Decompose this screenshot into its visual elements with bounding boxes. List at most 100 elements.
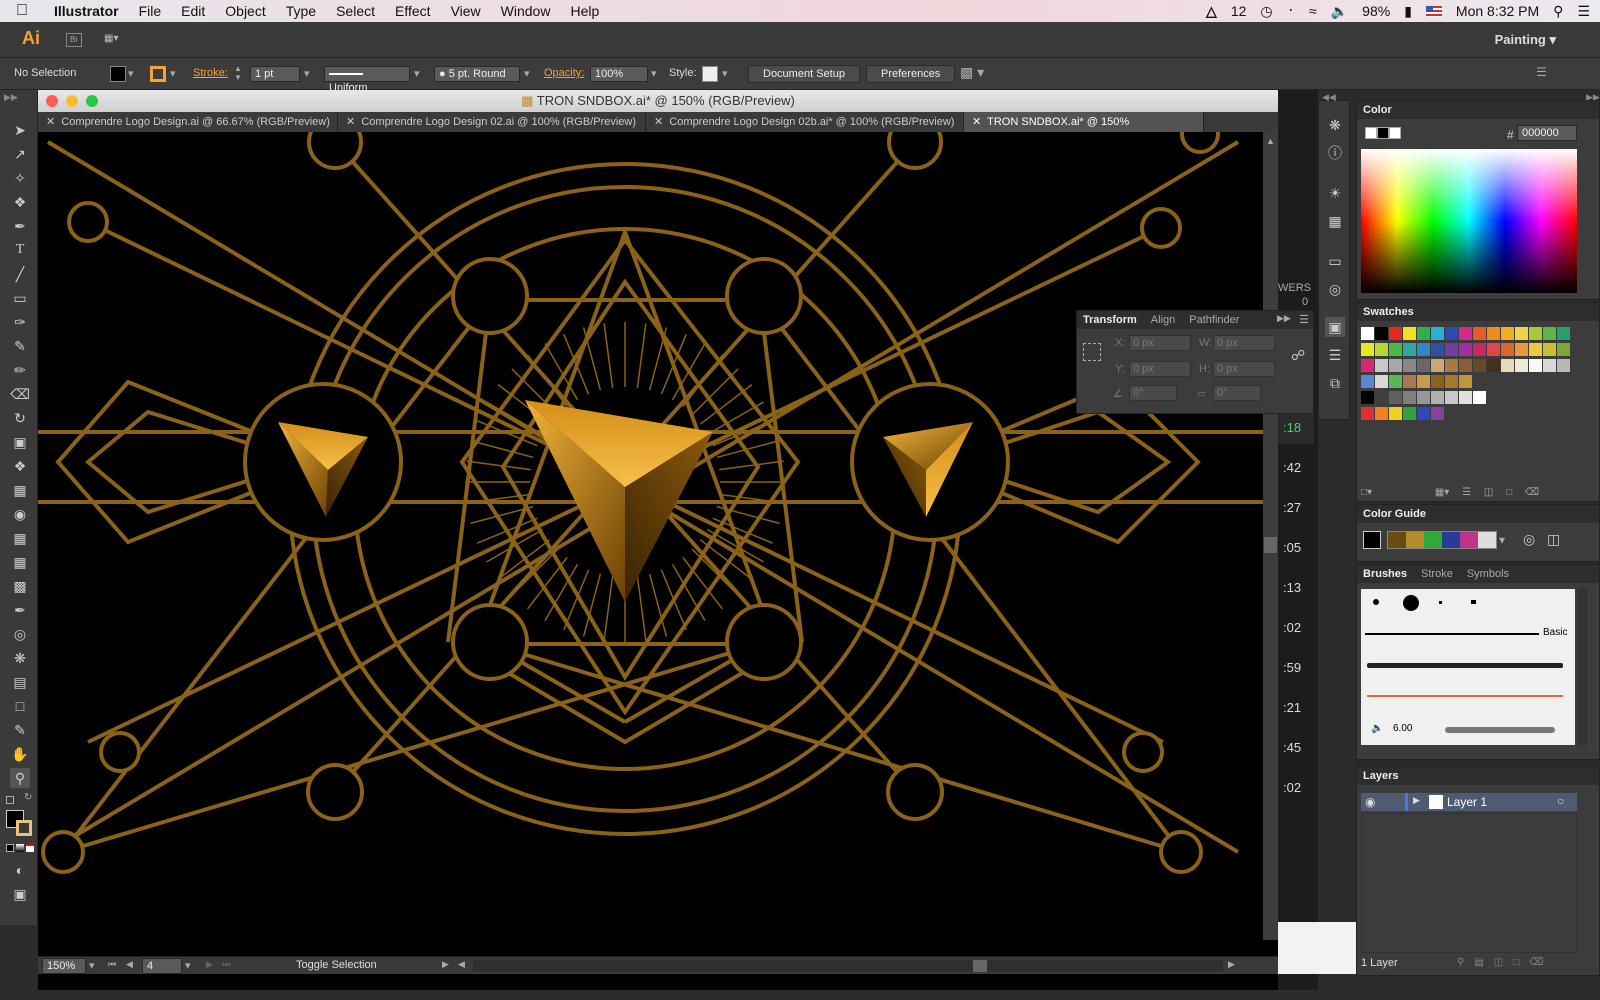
hex-input[interactable]: 000000 [1517,125,1577,141]
color-swatch[interactable] [1389,375,1402,388]
color-guide-title[interactable]: Color Guide [1363,505,1426,523]
charcoal-brush[interactable] [1367,663,1563,668]
color-swatch[interactable] [1389,359,1402,372]
expand-layer-icon[interactable]: ▶ [1413,795,1420,806]
free-transform-icon[interactable]: ▦ [10,480,30,500]
color-swatch[interactable] [1389,407,1402,420]
color-swatch[interactable] [1529,359,1542,372]
menu-object[interactable]: Object [215,3,275,19]
visibility-eye-icon[interactable]: ◉ [1365,795,1375,809]
stroke-label[interactable]: Stroke: [193,67,228,79]
color-swatch[interactable] [1473,391,1486,404]
prev-artboard-icon[interactable]: ◀ [126,959,133,970]
color-swatch[interactable] [1515,359,1528,372]
color-swatch[interactable] [1459,327,1472,340]
color-swatch[interactable] [1375,327,1388,340]
fill-dropdown-icon[interactable]: ▾ [128,67,134,80]
tab-pathfinder[interactable]: Pathfinder [1189,311,1239,329]
color-swatch[interactable] [1515,327,1528,340]
color-swatch[interactable] [1557,343,1570,356]
color-swatch[interactable] [1557,359,1570,372]
transparency-panel-icon[interactable]: ◎ [1325,279,1345,299]
color-swatch[interactable] [1459,391,1472,404]
color-swatch[interactable] [1403,359,1416,372]
tab-comprendre-logo-design-02b[interactable]: ✕ Comprendre Logo Design 02b.ai* @ 100% … [646,112,964,132]
horizontal-scrollbar[interactable] [473,960,1223,972]
brush-calligraphic[interactable] [1471,600,1476,604]
color-swatch[interactable] [1445,391,1458,404]
zoom-level[interactable]: 150% [42,958,86,974]
x-input[interactable]: 0 px [1129,335,1191,351]
zoom-tool-icon[interactable]: ⚲ [10,768,30,788]
gradient-panel-icon[interactable]: ▭ [1325,251,1345,271]
shear-input[interactable]: 0° [1213,385,1261,401]
time-machine-icon[interactable]: ◷ [1260,3,1272,20]
color-swatch[interactable] [1459,343,1472,356]
rotate-input[interactable]: 0° [1129,385,1177,401]
brush-size-value[interactable]: 6.00 [1393,723,1412,734]
color-swatch[interactable] [1445,327,1458,340]
color-swatch[interactable] [1501,327,1514,340]
default-colors-icon[interactable] [6,796,14,804]
edit-colors-icon[interactable]: ◎ [1523,531,1535,548]
color-swatch[interactable] [1543,327,1556,340]
black-swatch[interactable] [1377,127,1389,139]
appearance-panel-icon[interactable]: ☀ [1325,183,1345,203]
color-swatch[interactable] [1375,359,1388,372]
layer-name[interactable]: Layer 1 [1447,795,1487,809]
color-panel-title[interactable]: Color [1363,101,1392,119]
color-swatch[interactable] [1361,375,1374,388]
rectangle-tool-icon[interactable]: ▭ [10,288,30,308]
profile-dropdown-icon[interactable]: ▾ [414,67,420,80]
first-artboard-icon[interactable]: ⏮ [108,959,116,970]
constrain-link-icon[interactable]: ☍ [1291,347,1305,364]
blob-brush-icon[interactable]: ✏ [10,360,30,380]
brushes-scrollbar[interactable] [1577,589,1587,745]
volume-icon[interactable]: 🔈 [1331,3,1348,20]
document-setup-button[interactable]: Document Setup [748,65,860,83]
swatch-libraries-icon[interactable]: □▾ [1361,487,1372,498]
stroke-color-box[interactable] [16,820,32,836]
tab-tron-sndbox[interactable]: ✕ TRON SNDBOX.ai* @ 150% (RGB/Preview) [964,112,1204,148]
delete-swatch-icon[interactable]: ⌫ [1525,487,1539,498]
fill-swatch[interactable] [110,66,126,82]
color-swatch[interactable] [1417,343,1430,356]
stroke-stepper-icon[interactable]: ▲ ▼ [234,64,242,82]
pathfinder-panel-icon[interactable]: ⧉ [1325,373,1345,393]
target-icon[interactable]: ○ [1557,794,1564,808]
base-color-swatch[interactable] [1363,531,1381,549]
pen-tool-icon[interactable]: ✒ [10,216,30,236]
mesh-tool-icon[interactable]: ▦ [10,552,30,572]
magic-wand-icon[interactable]: ✧ [10,168,30,188]
swatch-grid[interactable] [1361,327,1581,477]
gradient-tool-icon[interactable]: ▩ [10,576,30,596]
zoom-dropdown-icon[interactable]: ▾ [89,959,95,972]
zoom-button[interactable] [86,95,98,107]
color-swatch[interactable] [1403,391,1416,404]
menu-type[interactable]: Type [276,3,326,19]
none-mode-icon[interactable] [26,844,34,852]
tron-artwork[interactable] [38,132,1263,940]
color-swatch[interactable] [1529,343,1542,356]
flag-icon[interactable] [1425,5,1442,17]
selection-tool-icon[interactable]: ➤ [10,120,30,140]
new-swatch-icon[interactable]: □ [1506,487,1512,498]
brush-dot-tiny[interactable] [1439,601,1442,604]
arrange-icon[interactable]: ▩ ▾ [960,64,984,81]
save-color-group-icon[interactable]: ◫ [1547,531,1560,548]
new-color-group-icon[interactable]: ◫ [1484,487,1493,498]
status-text[interactable]: Toggle Selection [296,959,377,971]
layers-panel-title[interactable]: Layers [1363,767,1398,785]
tab-stroke[interactable]: Stroke [1421,565,1453,583]
opacity-dropdown-icon[interactable]: ▾ [651,67,657,80]
artboard-dropdown-icon[interactable]: ▾ [185,959,191,972]
color-swatch[interactable] [1543,343,1556,356]
document-titlebar[interactable]: ▩ TRON SNDBOX.ai* @ 150% (RGB/Preview) [38,90,1278,112]
reference-point-icon[interactable] [1083,343,1101,361]
artboard-number[interactable]: 4 [142,958,182,974]
color-swatch[interactable] [1473,359,1486,372]
panel-expand-icon[interactable]: ▶▶ [1277,313,1291,324]
color-swatch[interactable] [1431,391,1444,404]
scroll-left-icon[interactable]: ◀ [458,959,465,970]
artboard-canvas[interactable] [38,132,1263,940]
